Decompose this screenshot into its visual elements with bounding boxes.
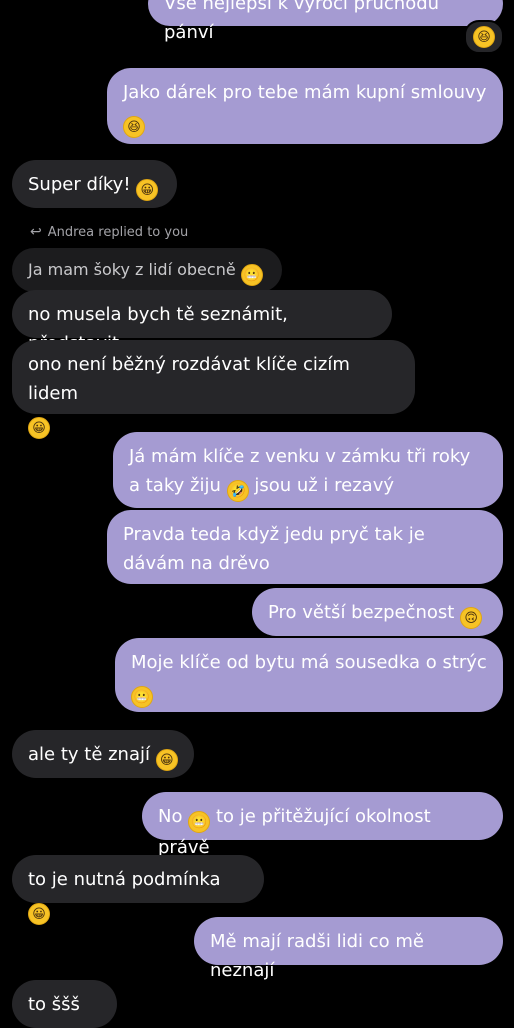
message-text: Pravda teda když jedu pryč tak je dávám … (123, 524, 425, 574)
message-text: ale ty tě znají (28, 744, 151, 765)
message-bubble-outgoing[interactable]: Mě mají radši lidi co mě neznají (194, 917, 503, 981)
grimacing-face-icon: 😬 (131, 686, 153, 708)
grinning-face-icon: 😀 (28, 417, 50, 439)
grinning-face-icon: 😀 (28, 903, 50, 925)
message-text: Vše nejlepší k výročí průchodu pánví (164, 0, 440, 43)
message-bubble-incoming[interactable]: ale ty tě znají 😀 (12, 730, 194, 778)
quoted-message[interactable]: Ja mam šoky z lidí obecně 😬 (12, 248, 282, 292)
message-bubble-incoming[interactable]: Super díky! 😀 (12, 160, 177, 208)
message-bubble-outgoing[interactable]: Pravda teda když jedu pryč tak je dávám … (107, 510, 503, 584)
reply-label-text: Andrea replied to you (47, 225, 189, 240)
message-text: Pro větší bezpečnost (268, 602, 455, 623)
message-bubble-outgoing[interactable]: No 😬 to je přitěžující okolnost právě (142, 792, 503, 858)
upside-down-face-icon: 🙃 (460, 607, 483, 629)
reply-indicator: ↩ Andrea replied to you (30, 224, 188, 240)
grinning-squinting-face-icon: 😆 (123, 116, 145, 138)
message-bubble-incoming[interactable]: ono není běžný rozdávat klíče cizím lide… (12, 340, 415, 439)
message-bubble-outgoing[interactable]: Vše nejlepší k výročí průchodu pánví (148, 0, 503, 43)
message-text: Mě mají radši lidi co mě neznají (210, 931, 424, 981)
rolling-on-floor-laughing-icon: 🤣 (226, 480, 249, 502)
message-text-after: jsou už i rezavý (254, 475, 395, 496)
reply-arrow-icon: ↩ (30, 224, 42, 240)
message-bubble-incoming[interactable]: to je nutná podmínka 😀 (12, 855, 264, 925)
message-bubble-incoming[interactable]: to ššš (12, 980, 117, 1028)
grimacing-face-icon: 😬 (240, 264, 263, 286)
grinning-squinting-face-icon: 😆 (473, 26, 495, 48)
message-bubble-outgoing[interactable]: Moje klíče od bytu má sousedka o strýc 😬 (115, 638, 503, 712)
message-text: to je nutná podmínka (28, 869, 221, 890)
message-text: Ja mam šoky z lidí obecně (28, 260, 236, 279)
message-bubble-outgoing[interactable]: Jako dárek pro tebe mám kupní smlouvy 😆 (107, 68, 503, 144)
message-text: Moje klíče od bytu má sousedka o strýc (131, 652, 487, 673)
message-bubble-incoming[interactable]: no musela bych tě seznámit, představit (12, 290, 392, 354)
grimacing-face-icon: 😬 (188, 811, 211, 833)
message-text: Jako dárek pro tebe mám kupní smlouvy (123, 82, 487, 103)
message-bubble-outgoing[interactable]: Pro větší bezpečnost 🙃 (252, 588, 503, 636)
message-bubble-outgoing[interactable]: Já mám klíče z venku v zámku tři roky a … (113, 432, 503, 508)
message-text: Super díky! (28, 174, 131, 195)
message-text: ono není běžný rozdávat klíče cizím lide… (28, 354, 350, 404)
message-text: to ššš (28, 994, 80, 1015)
reaction-badge[interactable]: 😆 (464, 20, 504, 54)
message-text-before: No (158, 806, 183, 827)
grinning-face-icon: 😀 (136, 179, 159, 201)
grinning-face-icon: 😀 (155, 749, 178, 771)
